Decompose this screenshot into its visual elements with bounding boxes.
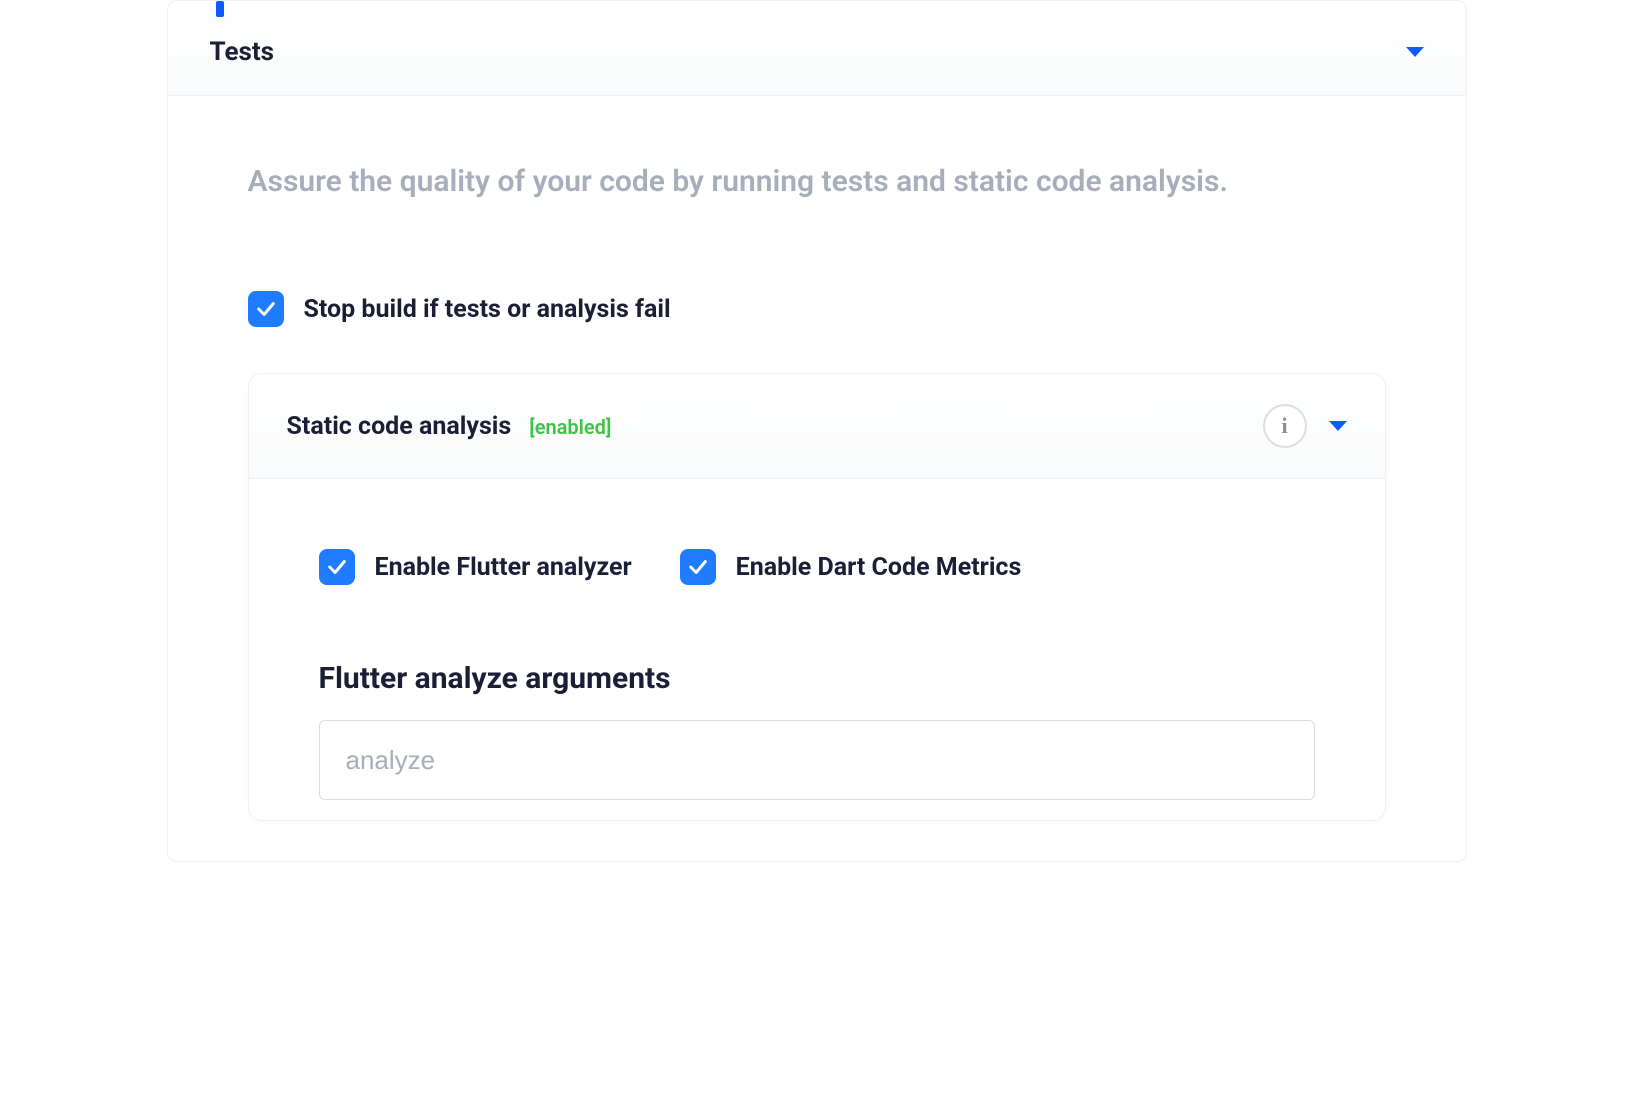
check-icon xyxy=(255,298,277,320)
stop-build-checkbox-row: Stop build if tests or analysis fail xyxy=(248,291,1386,327)
check-icon xyxy=(687,556,709,578)
tests-panel-header[interactable]: Tests xyxy=(168,1,1466,96)
tests-description: Assure the quality of your code by runni… xyxy=(248,162,1386,201)
status-badge: [enabled] xyxy=(529,415,611,439)
enable-flutter-analyzer-row: Enable Flutter analyzer xyxy=(319,549,632,585)
chevron-down-icon[interactable] xyxy=(1406,47,1424,57)
tests-panel-body: Assure the quality of your code by runni… xyxy=(168,96,1466,861)
flutter-analyze-args-label: Flutter analyze arguments xyxy=(319,661,1315,696)
enable-dart-code-metrics-row: Enable Dart Code Metrics xyxy=(680,549,1022,585)
static-analysis-header-left: Static code analysis [enabled] xyxy=(287,412,612,441)
check-icon xyxy=(326,556,348,578)
tests-panel-title: Tests xyxy=(210,37,275,67)
static-analysis-body: Enable Flutter analyzer Enable Dart Code… xyxy=(249,479,1385,820)
analysis-toggles-row: Enable Flutter analyzer Enable Dart Code… xyxy=(319,549,1315,585)
accent-bar xyxy=(216,1,224,17)
stop-build-checkbox[interactable] xyxy=(248,291,284,327)
enable-flutter-analyzer-checkbox[interactable] xyxy=(319,549,355,585)
stop-build-label: Stop build if tests or analysis fail xyxy=(304,295,671,324)
static-analysis-header-right: i xyxy=(1263,404,1347,448)
tests-panel: Tests Assure the quality of your code by… xyxy=(167,0,1467,862)
chevron-down-icon[interactable] xyxy=(1329,421,1347,431)
enable-flutter-analyzer-label: Enable Flutter analyzer xyxy=(375,553,632,582)
enable-dart-code-metrics-label: Enable Dart Code Metrics xyxy=(736,553,1022,582)
static-analysis-panel: Static code analysis [enabled] i Enable … xyxy=(248,373,1386,821)
info-icon[interactable]: i xyxy=(1263,404,1307,448)
enable-dart-code-metrics-checkbox[interactable] xyxy=(680,549,716,585)
static-analysis-title: Static code analysis xyxy=(287,412,512,441)
static-analysis-header[interactable]: Static code analysis [enabled] i xyxy=(249,374,1385,479)
flutter-analyze-args-input[interactable] xyxy=(319,720,1315,800)
